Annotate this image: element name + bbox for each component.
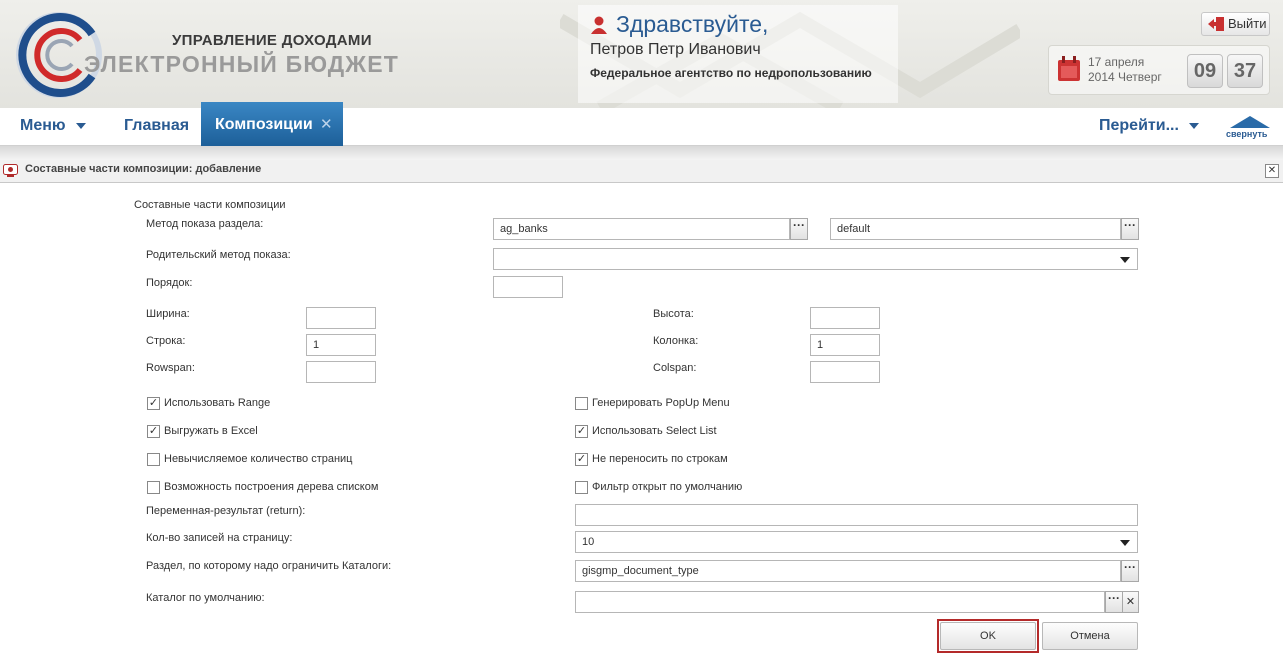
row-label: Строка: [146,335,186,347]
default-catalog-picker-button[interactable]: ··· [1105,591,1123,613]
column-label: Колонка: [653,335,699,347]
chevron-down-icon [75,122,86,129]
chevron-down-icon [1120,257,1130,263]
order-input[interactable] [493,276,563,298]
rowspan-input[interactable] [306,361,376,383]
calendar-icon [1058,56,1080,81]
return-var-label: Переменная-результат (return): [146,505,306,517]
column-input[interactable]: 1 [810,334,880,356]
export-excel-label: Выгружать в Excel [164,425,258,437]
order-label: Порядок: [146,277,193,289]
width-input[interactable] [306,307,376,329]
method-picker-button[interactable]: ··· [790,218,808,240]
catalog-section-picker-button[interactable]: ··· [1121,560,1139,582]
chevron-down-icon [1188,122,1199,129]
nav-goto[interactable]: Перейти... [1099,108,1199,146]
logout-icon [1208,17,1224,31]
filter-open-label: Фильтр открыт по умолчанию [592,481,743,493]
brand-bottom-text: ЭЛЕКТРОННЫЙ БЮДЖЕТ [84,51,400,77]
user-info: Здравствуйте, Петров Петр Иванович Федер… [578,5,898,103]
tab-compositions-label: Композиции [215,116,313,133]
method-input-2[interactable]: default [830,218,1121,240]
clear-icon[interactable]: ✕ [1122,591,1139,613]
use-range-checkbox[interactable]: ✓ [147,397,160,410]
panel-title: Составные части композиции: добавление [25,163,262,175]
monitor-icon [3,164,18,177]
nav-home[interactable]: Главная [124,108,189,146]
method-picker-button-2[interactable]: ··· [1121,218,1139,240]
nav-goto-label: Перейти... [1099,117,1179,134]
catalog-section-input[interactable]: gisgmp_document_type [575,560,1121,582]
method-label: Метод показа раздела: [146,218,264,230]
width-label: Ширина: [146,308,190,320]
agency-name: Федеральное агентство по недропользовани… [590,66,872,80]
nav-menu[interactable]: Меню [20,108,86,146]
default-catalog-label: Каталог по умолчанию: [146,592,265,604]
greeting-text: Здравствуйте, [616,11,769,37]
select-list-label: Использовать Select List [592,425,717,437]
colspan-input[interactable] [810,361,880,383]
user-icon [591,16,607,34]
per-page-select[interactable]: 10 [575,531,1138,553]
row-input[interactable]: 1 [306,334,376,356]
tree-list-label: Возможность построения дерева списком [164,481,379,493]
nav-shadow [0,146,1283,160]
date-year-weekday: 2014 Четверг [1088,70,1162,84]
logout-button[interactable]: Выйти [1201,12,1270,36]
popup-menu-checkbox[interactable] [575,397,588,410]
export-excel-checkbox[interactable]: ✓ [147,425,160,438]
uncounted-pages-checkbox[interactable] [147,453,160,466]
uncounted-pages-label: Невычисляемое количество страниц [164,453,353,465]
use-range-label: Использовать Range [164,397,271,409]
nav-menu-label: Меню [20,117,66,134]
date-day: 17 апреля [1088,55,1145,69]
ok-button[interactable]: OK [940,622,1036,650]
datetime-panel: 17 апреля 2014 Четверг 09 37 [1048,45,1270,95]
main-navbar: Меню Главная Перейти... [0,108,1283,146]
collapse-button[interactable]: свернуть [1226,116,1274,142]
parent-method-label: Родительский метод показа: [146,249,291,261]
chevron-down-icon [1120,540,1130,546]
logout-label: Выйти [1228,16,1267,31]
parent-method-select[interactable] [493,248,1138,270]
collapse-icon [1230,116,1270,128]
clock-minutes: 37 [1227,54,1263,88]
tab-compositions[interactable]: Композиции ✕ [201,102,343,146]
height-label: Высота: [653,308,694,320]
colspan-label: Colspan: [653,362,697,374]
tree-list-checkbox[interactable] [147,481,160,494]
section-label: Составные части композиции [134,199,286,211]
default-catalog-input[interactable] [575,591,1105,613]
per-page-label: Кол-во записей на страницу: [146,532,293,544]
popup-menu-label: Генерировать PopUp Menu [592,397,730,409]
panel-header: Составные части композиции: добавление ✕ [0,160,1283,183]
method-input[interactable]: ag_banks [493,218,790,240]
no-wrap-label: Не переносить по строкам [592,453,728,465]
brand-top-text: УПРАВЛЕНИЕ ДОХОДАМИ [172,32,372,49]
no-wrap-checkbox[interactable]: ✓ [575,453,588,466]
user-name: Петров Петр Иванович [590,41,761,58]
clock-hours: 09 [1187,54,1223,88]
return-var-input[interactable] [575,504,1138,526]
select-list-checkbox[interactable]: ✓ [575,425,588,438]
cancel-button[interactable]: Отмена [1042,622,1138,650]
per-page-value: 10 [582,536,595,548]
filter-open-checkbox[interactable] [575,481,588,494]
catalog-section-label: Раздел, по которому надо ограничить Ката… [146,560,392,572]
close-tab-icon[interactable]: ✕ [320,102,333,148]
close-icon[interactable]: ✕ [1265,164,1279,178]
rowspan-label: Rowspan: [146,362,195,374]
height-input[interactable] [810,307,880,329]
app-header: УПРАВЛЕНИЕ ДОХОДАМИ ЭЛЕКТРОННЫЙ БЮДЖЕТ З… [0,0,1283,108]
collapse-label: свернуть [1226,129,1268,139]
